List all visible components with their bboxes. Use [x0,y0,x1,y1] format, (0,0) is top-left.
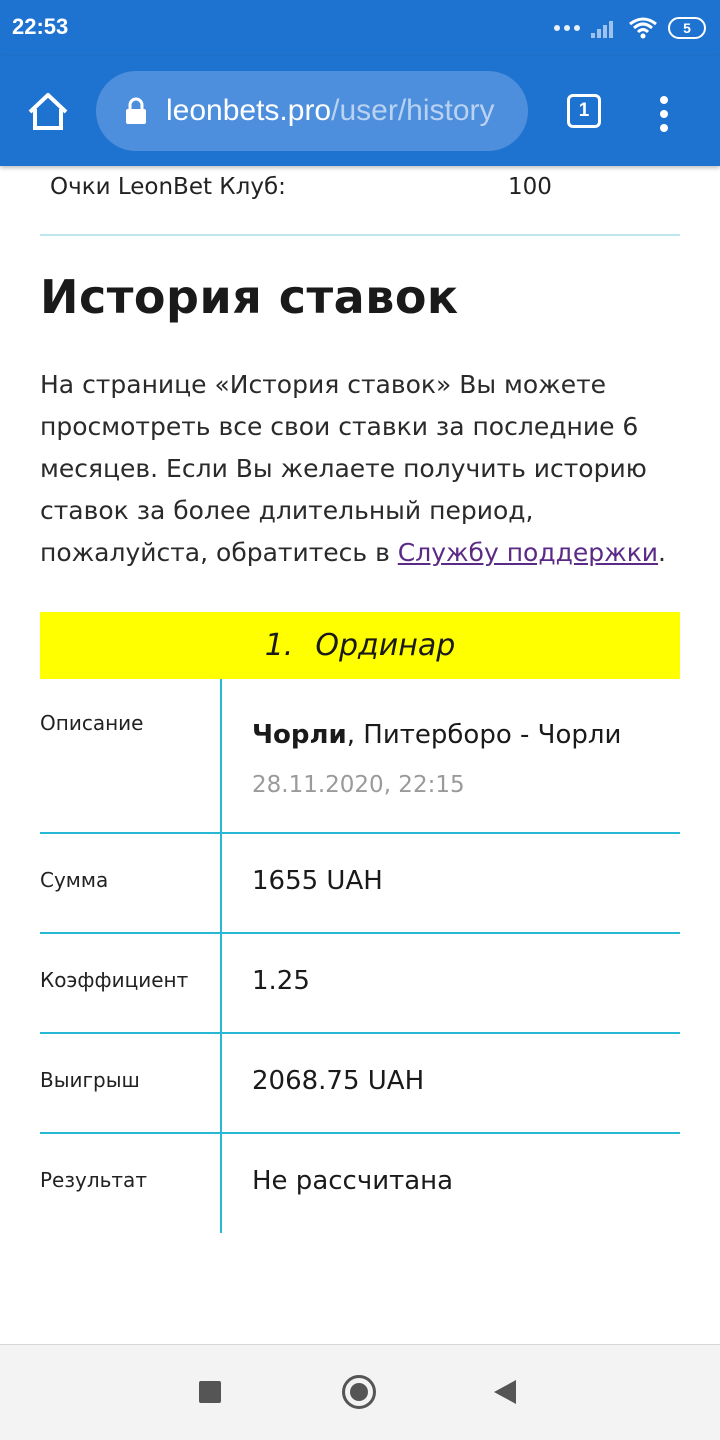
status-time: 22:53 [12,14,69,39]
browser-toolbar: leonbets.pro/user/history 1 [0,56,720,166]
row-divider [40,1032,680,1034]
winnings-value: 2068.75 UAH [252,1066,425,1096]
url-text[interactable]: leonbets.pro/user/history [166,94,496,128]
home-icon[interactable] [26,90,70,134]
result-label: Результат [40,1168,147,1192]
coefficient-label: Коэффициент [40,968,189,992]
back-icon[interactable] [494,1380,516,1404]
event-name: , Питерборо - Чорли [346,720,622,750]
table-column-divider [220,679,222,1233]
url-bar[interactable]: leonbets.pro/user/history [96,71,528,151]
coefficient-value: 1.25 [252,966,310,996]
support-link[interactable]: Службу поддержки [398,538,658,567]
wifi-icon [629,17,657,39]
page-title: История ставок [40,270,459,324]
tab-count: 1 [578,100,590,121]
bet-number: 1. [264,628,294,663]
row-divider [40,932,680,934]
url-path: /user/history [331,94,495,127]
row-divider [40,1132,680,1134]
winnings-label: Выигрыш [40,1068,140,1092]
event-date: 28.11.2020, 22:15 [252,772,465,798]
club-points-label: Очки LeonBet Клуб: [50,174,286,200]
url-host: leonbets.pro [166,94,332,127]
battery-level: 5 [683,20,691,36]
recents-icon[interactable] [199,1381,221,1403]
intro-text: На странице «История ставок» Вы можете п… [40,364,690,574]
system-nav-bar [0,1344,720,1440]
team-name: Чорли [252,720,347,750]
divider [40,234,680,236]
result-value: Не рассчитана [252,1166,454,1196]
description-label: Описание [40,711,144,735]
bet-type: Ординар [315,628,456,663]
amount-label: Сумма [40,868,109,892]
bet-header: 1. Ординар [40,612,680,679]
club-points-value: 100 [508,174,552,200]
status-icons: 5 [554,14,706,42]
tabs-button[interactable]: 1 [567,94,601,128]
lock-icon [126,97,146,124]
intro-end: . [658,538,666,567]
signal-icon [591,21,613,38]
amount-value: 1655 UAH [252,866,383,896]
battery-icon: 5 [668,17,706,39]
row-divider [40,832,680,834]
description-value: Чорли, Питерборо - Чорли [252,720,621,750]
home-circle-icon[interactable] [342,1375,376,1409]
status-bar: 22:53 5 [0,0,720,56]
overflow-menu-icon[interactable] [656,96,672,132]
page-content: Очки LeonBet Клуб: 100 История ставок На… [0,166,720,1344]
notification-dots-icon [554,25,580,31]
